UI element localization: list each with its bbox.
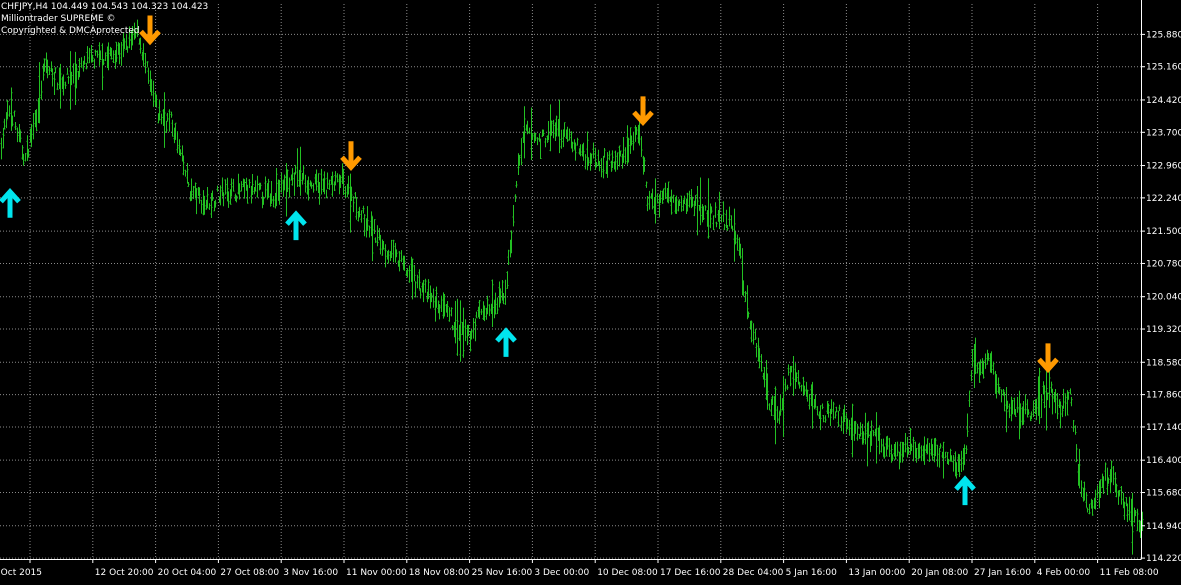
grid [0, 4, 1141, 559]
y-tick-label: 120.040 [1146, 293, 1181, 303]
y-tick-label: 118.580 [1146, 358, 1181, 368]
y-tick-label: 117.860 [1146, 391, 1181, 401]
buy-signal-arrow [285, 210, 307, 241]
x-tick-label: 20 Oct 04:00 [158, 568, 217, 578]
y-tick-label: 125.160 [1146, 63, 1181, 73]
x-tick-label: 12 Oct 20:00 [95, 568, 154, 578]
chart-canvas[interactable]: 114.220 114.940 115.680 116.400 117.140 117.8… [0, 0, 1181, 581]
symbol-info: CHFJPY,H4 104.449 104.543 104.323 104.42… [1, 2, 209, 12]
y-tick-label: 114.220 [1146, 554, 1181, 564]
signal-arrows [0, 15, 1059, 506]
x-axis-labels: Oct 2015 12 Oct 20:00 20 Oct 04:00 27 Oct 0… [1, 559, 1159, 578]
sell-signal-arrow [139, 15, 161, 46]
indicator-name: Milliontrader SUPREME © [1, 14, 116, 24]
y-tick-label: 122.240 [1146, 194, 1181, 204]
x-tick-label: 27 Oct 08:00 [220, 568, 279, 578]
y-tick-label: 120.780 [1146, 259, 1181, 269]
x-tick-label: 13 Jan 00:00 [848, 568, 905, 578]
price-chart[interactable]: 114.220 114.940 115.680 116.400 117.140 117.8… [0, 0, 1181, 581]
sell-signal-arrow [1037, 343, 1059, 374]
x-tick-label: 10 Dec 08:00 [597, 568, 658, 578]
y-tick-label: 123.700 [1146, 128, 1181, 138]
x-tick-label: Oct 2015 [1, 568, 42, 578]
x-tick-label: 3 Dec 00:00 [534, 568, 589, 578]
axes [0, 0, 1142, 560]
buy-signal-arrow [495, 327, 517, 357]
y-tick-label: 117.140 [1146, 423, 1181, 433]
buy-signal-arrow [0, 187, 21, 218]
x-tick-label: 17 Dec 16:00 [660, 568, 721, 578]
y-tick-label: 124.420 [1146, 96, 1181, 106]
x-tick-label: 3 Nov 16:00 [283, 568, 338, 578]
y-tick-label: 114.940 [1146, 522, 1181, 532]
x-tick-label: 4 Feb 00:00 [1037, 568, 1091, 578]
y-tick-label: 115.680 [1146, 489, 1181, 499]
x-tick-label: 11 Nov 00:00 [346, 568, 407, 578]
x-tick-label: 27 Jan 16:00 [974, 568, 1031, 578]
y-tick-label: 119.320 [1146, 325, 1181, 335]
x-tick-label: 11 Feb 08:00 [1100, 568, 1159, 578]
x-tick-label: 25 Nov 16:00 [472, 568, 533, 578]
x-tick-label: 28 Dec 04:00 [723, 568, 784, 578]
copyright-notice: Copyrighted & DMCAprotected [1, 26, 140, 36]
y-axis-labels: 114.220 114.940 115.680 116.400 117.140 117.8… [1141, 30, 1181, 564]
y-tick-label: 116.400 [1146, 456, 1181, 466]
x-tick-label: 18 Nov 08:00 [409, 568, 470, 578]
buy-signal-arrow [954, 475, 976, 506]
y-tick-label: 125.880 [1146, 30, 1181, 40]
y-tick-label: 122.960 [1146, 162, 1181, 172]
y-tick-label: 121.500 [1146, 227, 1181, 237]
x-tick-label: 5 Jan 16:00 [786, 568, 838, 578]
x-tick-label: 20 Jan 08:00 [911, 568, 968, 578]
sell-signal-arrow [340, 141, 362, 171]
